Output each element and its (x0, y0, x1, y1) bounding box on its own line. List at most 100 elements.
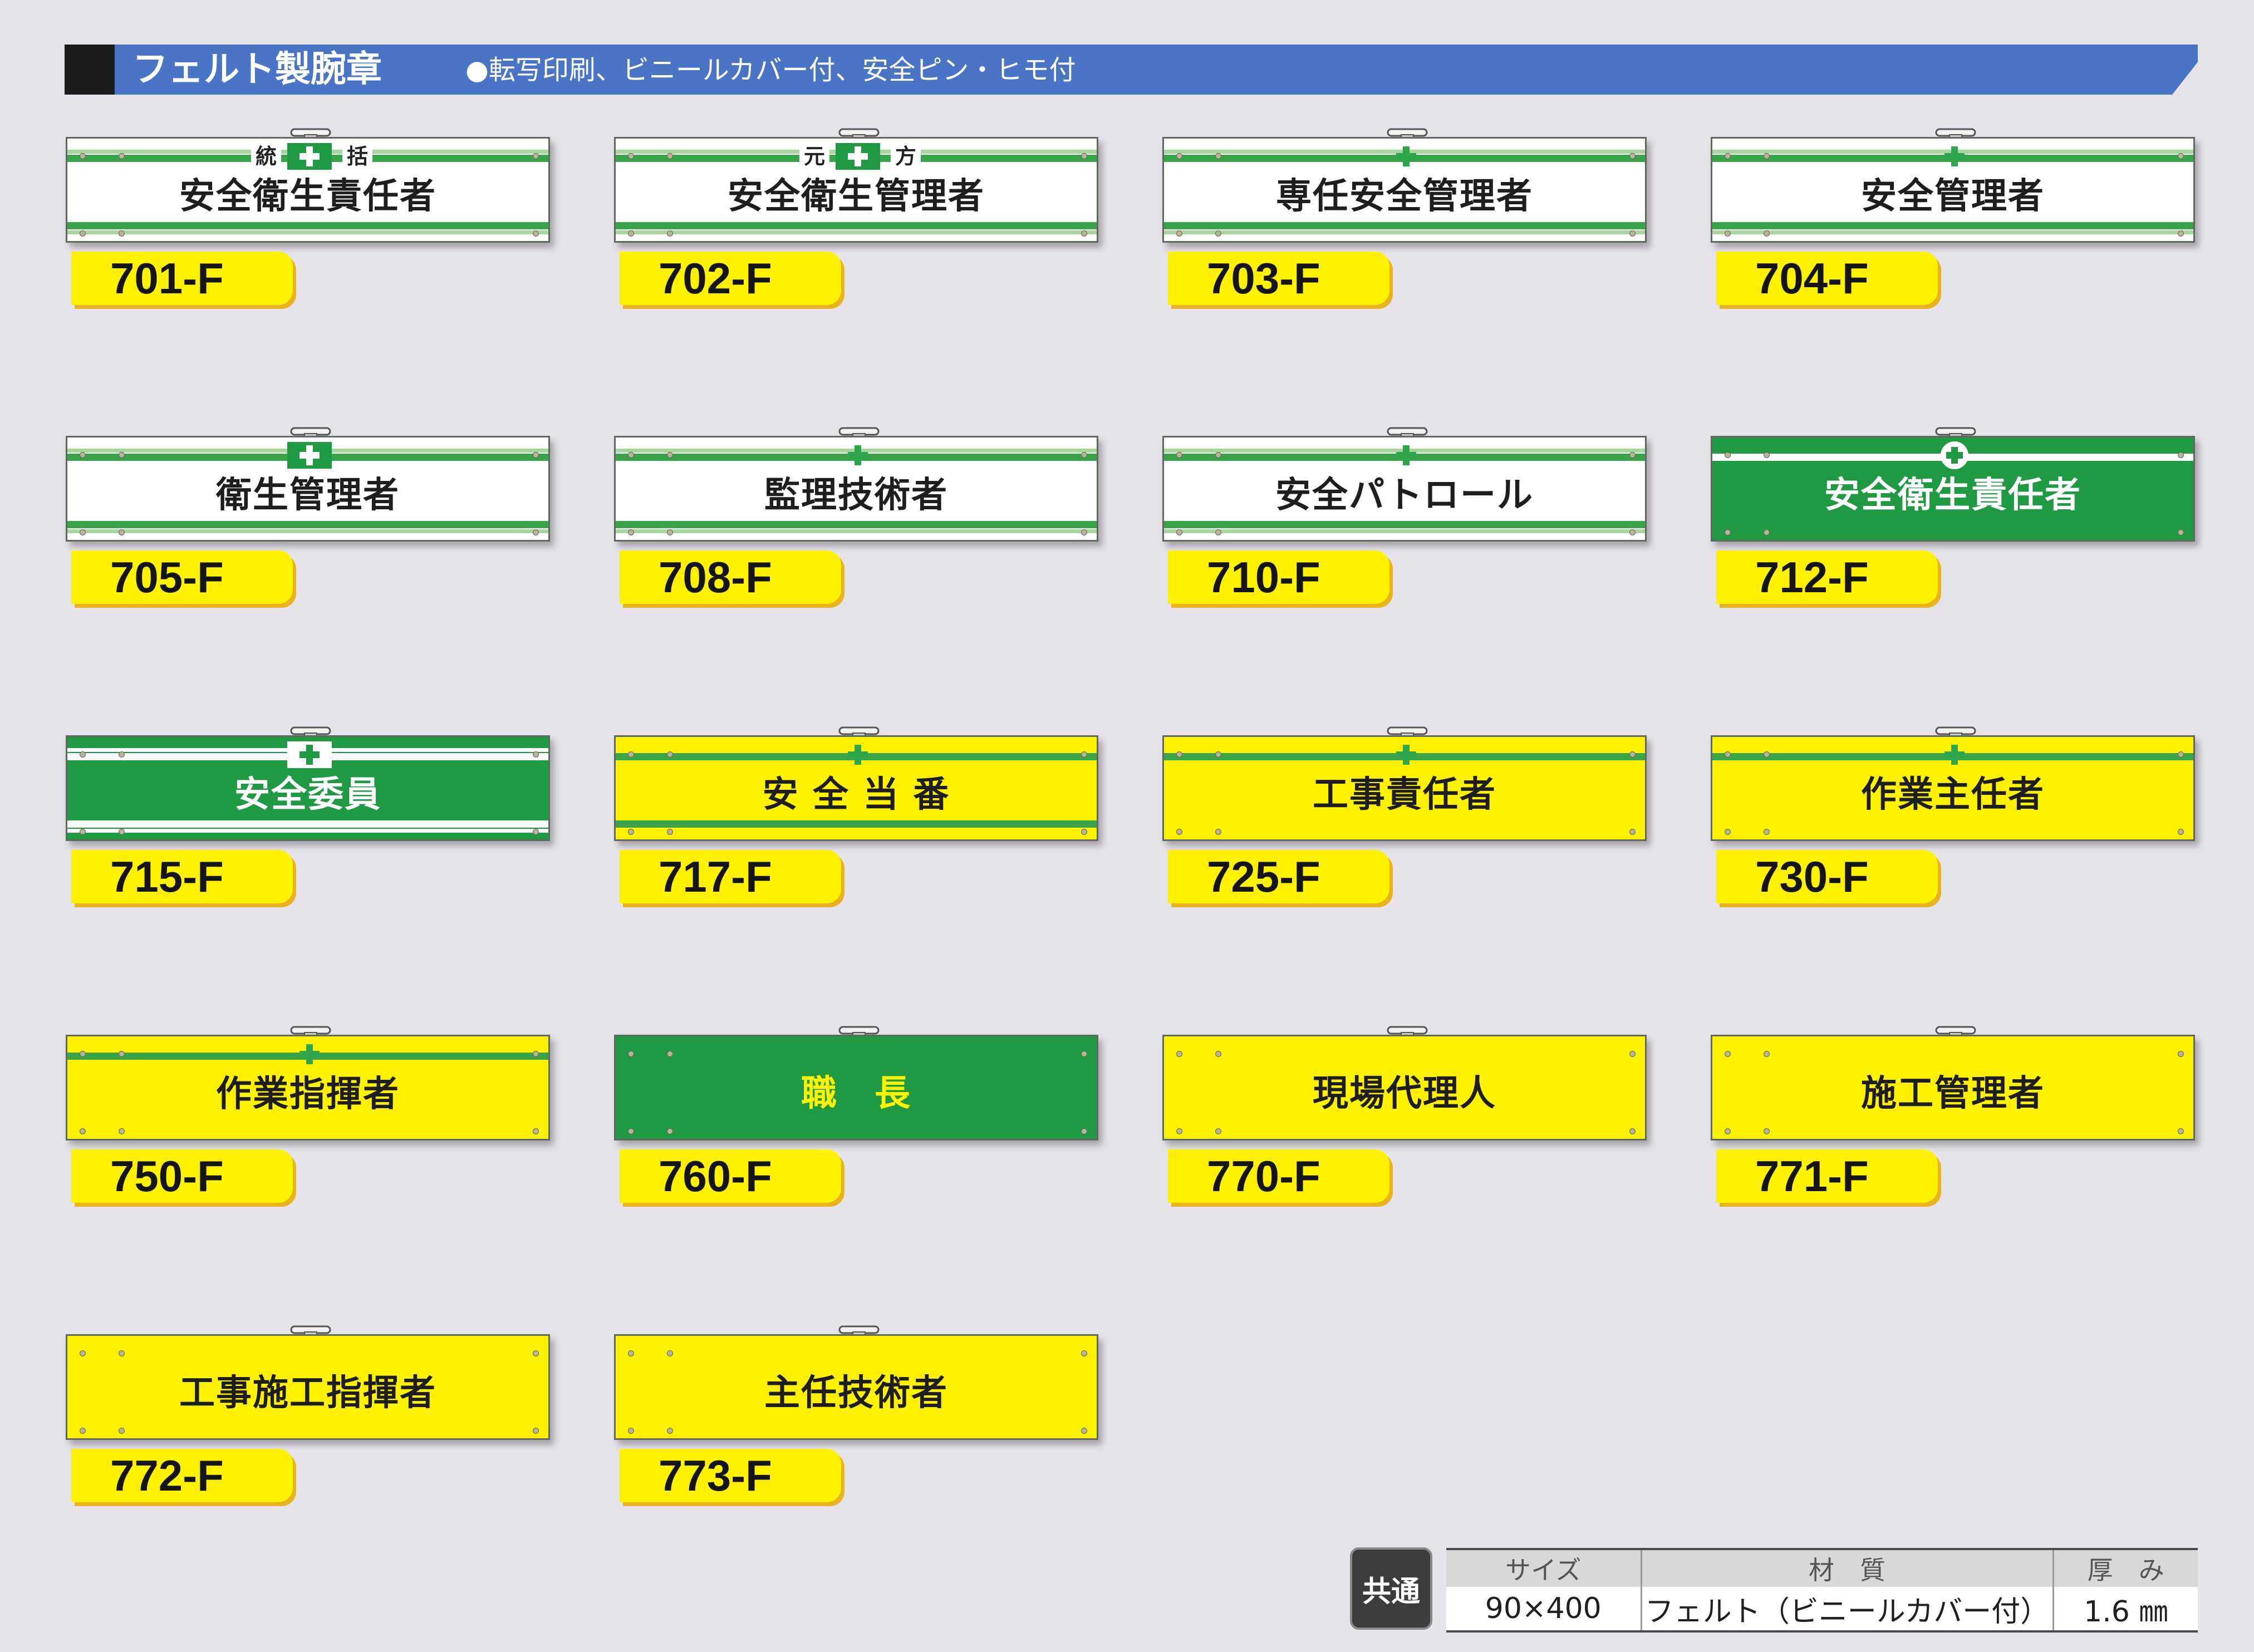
product-item: 作業主任者 730-F (1711, 726, 2201, 919)
armband: 安全管理者 (1711, 137, 2195, 243)
rivet-icon (667, 1428, 673, 1434)
rivet-icon (628, 1350, 634, 1356)
product-code: 760-F (620, 1149, 841, 1203)
rivet-icon (1629, 153, 1636, 159)
rivet-icon (533, 529, 539, 535)
green-cross-icon (1932, 741, 1977, 768)
rivet-icon (80, 153, 86, 159)
armband: 安全委員 (66, 735, 550, 841)
rivet-icon (1176, 452, 1182, 458)
band-stripe (67, 230, 548, 234)
band-stripe (616, 222, 1097, 229)
product-item: 安全委員 715-F (66, 726, 556, 919)
armband-label: 安全衛生管理者 (728, 176, 985, 217)
armband-label: 作業主任者 (1861, 774, 2045, 815)
band-stripe (67, 521, 548, 528)
rivet-icon (1629, 230, 1636, 237)
rivet-icon (2178, 230, 2184, 237)
product-item: 工事責任者 725-F (1162, 726, 1652, 919)
green-cross-icon (836, 442, 880, 469)
product-item: 統 括安全衛生責任者 701-F (66, 128, 556, 321)
rivet-icon (533, 452, 539, 458)
product-code: 710-F (1168, 550, 1389, 604)
green-cross-icon (1932, 143, 1977, 170)
green-cross-icon (836, 741, 880, 768)
rivet-icon (628, 751, 634, 758)
armband-label: 主任技術者 (764, 1373, 948, 1414)
rivet-icon (1176, 829, 1182, 835)
product-code: 704-F (1716, 252, 1938, 305)
product-code: 702-F (620, 252, 841, 305)
spec-table: サイズ 材 質 厚 み 90×400 フェルト（ビニールカバー付） 1.6 ㎜ (1446, 1548, 2198, 1633)
product-code: 712-F (1716, 550, 1938, 604)
rivet-icon (2178, 1051, 2184, 1057)
armband: 衛生管理者 (66, 436, 550, 542)
spec-value-thickness: 1.6 ㎜ (2053, 1587, 2198, 1633)
rivet-icon (119, 1350, 125, 1356)
rivet-icon (533, 751, 539, 758)
rivet-icon (1629, 1051, 1636, 1057)
rivet-icon (1176, 1128, 1182, 1134)
armband-label: 監理技術者 (764, 475, 948, 516)
rivet-icon (80, 1051, 86, 1057)
rivet-icon (1176, 153, 1182, 159)
rivet-icon (1764, 153, 1770, 159)
rivet-icon (1764, 452, 1770, 458)
armband: 工事施工指揮者 (66, 1334, 550, 1440)
band-stripe (1164, 529, 1645, 533)
product-code: 715-F (71, 850, 293, 903)
rivet-icon (80, 452, 86, 458)
armband-label: 施工管理者 (1861, 1073, 2045, 1114)
common-spec-badge: 共通 (1350, 1547, 1432, 1630)
rivet-icon (119, 1128, 125, 1134)
rivet-icon (1629, 1128, 1636, 1134)
rivet-icon (119, 153, 125, 159)
armband: 安 全 当 番 (614, 735, 1098, 841)
rivet-icon (1215, 452, 1221, 458)
section-header: フェルト製腕章 ●転写印刷、ビニールカバー付、安全ピン・ヒモ付 (65, 45, 2198, 95)
product-item: 専任安全管理者 703-F (1162, 128, 1652, 321)
rivet-icon (1725, 230, 1731, 237)
rivet-icon (80, 1128, 86, 1134)
armband-label: 工事責任者 (1313, 774, 1496, 815)
rivet-icon (533, 829, 539, 835)
armband-label: 安 全 当 番 (762, 774, 950, 815)
band-stripe (67, 820, 548, 828)
rivet-icon (1081, 1051, 1087, 1057)
armband: 安全衛生責任者 (1711, 436, 2195, 542)
product-item: 主任技術者 773-F (614, 1325, 1104, 1518)
product-item: 衛生管理者 705-F (66, 427, 556, 620)
armband-label: 衛生管理者 (216, 475, 400, 516)
rivet-icon (119, 751, 125, 758)
rivet-icon (1215, 529, 1221, 535)
green-cross-icon (1384, 442, 1428, 469)
product-code: 771-F (1716, 1149, 1938, 1203)
armband-label: 安全管理者 (1861, 176, 2045, 217)
rivet-icon (1081, 1428, 1087, 1434)
spec-value-material: フェルト（ビニールカバー付） (1641, 1587, 2054, 1633)
rivet-icon (2178, 153, 2184, 159)
rivet-icon (667, 529, 673, 535)
rivet-icon (1764, 751, 1770, 758)
rivet-icon (667, 1128, 673, 1134)
rivet-icon (628, 153, 634, 159)
product-item: 安全パトロール 710-F (1162, 427, 1652, 620)
rivet-icon (1725, 751, 1731, 758)
header-square-icon (65, 45, 115, 95)
rivet-icon (1176, 1051, 1182, 1057)
band-stripe (1164, 222, 1645, 229)
product-code: 705-F (71, 550, 293, 604)
rivet-icon (1725, 529, 1731, 535)
band-right-label: 括 (342, 145, 373, 168)
rivet-icon (1629, 529, 1636, 535)
band-stripe (67, 529, 548, 533)
armband: 主任技術者 (614, 1334, 1098, 1440)
spec-header-size: サイズ (1446, 1548, 1642, 1587)
armband-label: 工事施工指揮者 (179, 1373, 436, 1414)
rivet-icon (119, 1051, 125, 1057)
armband-label: 安全パトロール (1275, 475, 1534, 516)
rivet-icon (1176, 529, 1182, 535)
rivet-icon (667, 751, 673, 758)
armband: 工事責任者 (1162, 735, 1647, 841)
armband: 施工管理者 (1711, 1035, 2195, 1140)
